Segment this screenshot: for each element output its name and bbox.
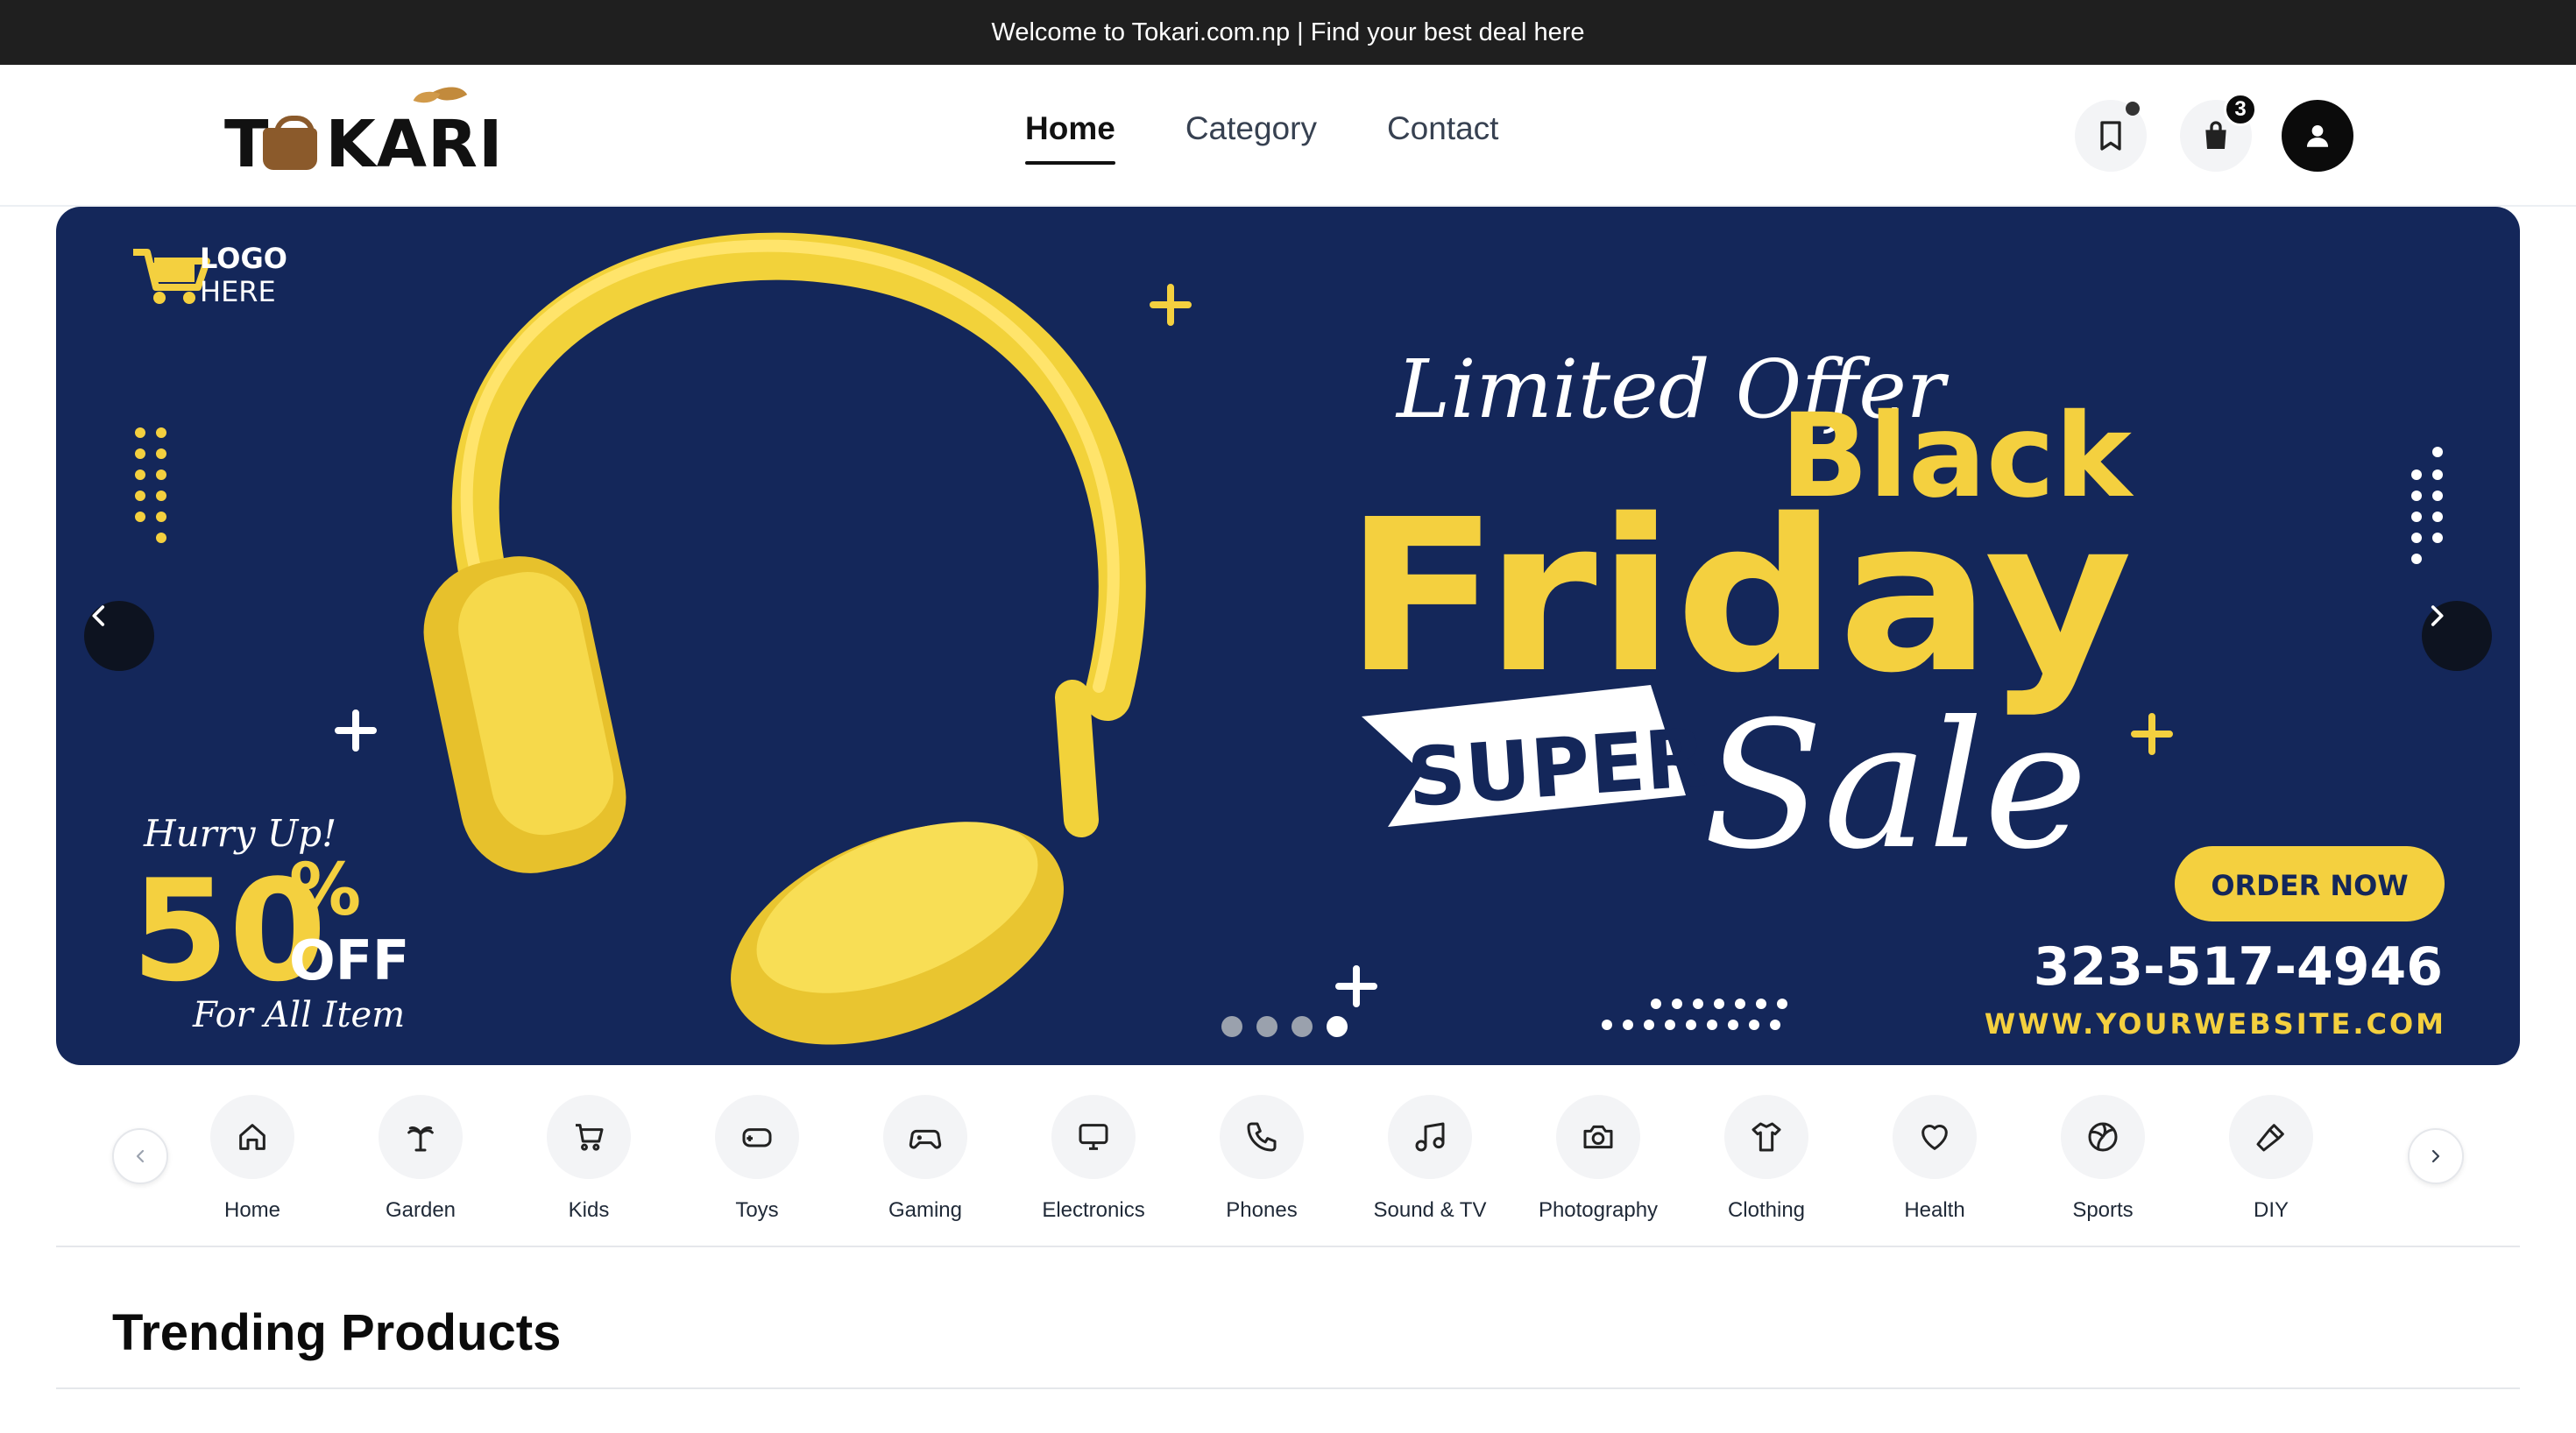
category-clothing[interactable]: Clothing <box>1682 1095 1851 1223</box>
nav-category[interactable]: Category <box>1185 110 1317 165</box>
heart-icon <box>1921 1125 1948 1150</box>
shirt-icon <box>1752 1122 1781 1152</box>
hero-banner[interactable]: LOGO HERE Limited Offer Black Friday SUP… <box>56 207 2520 1065</box>
headphones-image <box>423 232 1146 1045</box>
category-label: Home <box>223 1198 281 1222</box>
chevron-left-icon <box>136 1149 145 1163</box>
category-strip: Home Garden Kids Toys Gaming Electronics… <box>56 1065 2520 1247</box>
banner-discount-percent: % <box>289 849 361 932</box>
decor-dots-right <box>2411 447 2443 564</box>
categories-prev-button[interactable] <box>112 1128 168 1184</box>
banner-super: SUPER <box>1405 710 1710 825</box>
category-label: Sports <box>2072 1198 2134 1222</box>
category-label: Sound & TV <box>1373 1198 1487 1222</box>
chevron-left-icon <box>92 605 105 626</box>
category-toys[interactable]: Toys <box>673 1095 841 1223</box>
category-sound-tv[interactable]: Sound & TV <box>1346 1095 1514 1223</box>
hammer-icon <box>2256 1124 2284 1152</box>
category-home[interactable]: Home <box>168 1095 336 1223</box>
category-label: Phones <box>1226 1198 1298 1222</box>
decor-dots-left <box>135 427 166 543</box>
nav-contact[interactable]: Contact <box>1387 110 1499 165</box>
category-label: Kids <box>568 1198 610 1222</box>
monitor-icon <box>1079 1124 1108 1150</box>
banner-sale: Sale <box>1703 684 2088 888</box>
cart-button[interactable]: 3 <box>2180 93 2257 172</box>
category-gaming[interactable]: Gaming <box>841 1095 1009 1223</box>
category-phones[interactable]: Phones <box>1178 1095 1346 1223</box>
volleyball-icon <box>2088 1122 2118 1152</box>
wishlist-button[interactable] <box>2075 100 2147 172</box>
category-kids[interactable]: Kids <box>505 1095 673 1223</box>
controller-icon <box>909 1129 942 1149</box>
brand-logo[interactable]: TOKARI <box>224 77 503 189</box>
category-label: Garden <box>385 1198 456 1222</box>
banner-phone: 323-517-4946 <box>2034 936 2443 998</box>
cart-icon <box>576 1124 604 1151</box>
category-sports[interactable]: Sports <box>2019 1095 2187 1223</box>
user-icon <box>2306 124 2329 147</box>
house-icon <box>239 1124 265 1150</box>
account-button[interactable] <box>2282 100 2353 172</box>
palm-tree-icon <box>407 1126 434 1152</box>
notification-dot <box>2126 102 2140 116</box>
banner-artwork: LOGO HERE Limited Offer Black Friday SUP… <box>131 232 2446 1045</box>
banner-discount-sub: For All Item <box>192 995 405 1035</box>
cart-count-badge: 3 <box>2224 93 2257 126</box>
category-garden[interactable]: Garden <box>336 1095 505 1223</box>
categories-next-button[interactable] <box>2408 1128 2464 1184</box>
site-header: TOKARI Home Category Contact 3 <box>0 65 2576 207</box>
chevron-right-icon <box>2431 1149 2440 1163</box>
main-nav: Home Category Contact <box>1025 110 1498 165</box>
basket-icon <box>263 116 317 170</box>
banner-logo-line1: LOGO <box>200 242 287 275</box>
category-label: Health <box>1904 1198 1965 1222</box>
bookmark-icon <box>2100 121 2121 151</box>
category-photography[interactable]: Photography <box>1514 1095 1682 1223</box>
banner-logo-line2: HERE <box>200 275 276 308</box>
phone-icon <box>1247 1122 1277 1152</box>
category-electronics[interactable]: Electronics <box>1009 1095 1178 1223</box>
banner-headline-friday: Friday <box>1344 474 2133 719</box>
carousel-indicators <box>1221 1016 1348 1037</box>
announcement-text: Welcome to Tokari.com.np | Find your bes… <box>991 18 1585 46</box>
gamepad-icon <box>742 1128 772 1147</box>
trending-products-heading: Trending Products <box>112 1304 562 1361</box>
camera-icon <box>1583 1125 1613 1149</box>
music-icon <box>1415 1122 1445 1152</box>
nav-home[interactable]: Home <box>1025 110 1115 165</box>
section-divider <box>56 1387 2520 1389</box>
banner-prev-button[interactable] <box>84 601 154 671</box>
banner-next-button[interactable] <box>2422 601 2492 671</box>
category-diy[interactable]: DIY <box>2187 1095 2355 1223</box>
banner-website: WWW.YOURWEBSITE.COM <box>1985 1007 2446 1041</box>
category-label: Toys <box>735 1198 779 1222</box>
carousel-dot-3[interactable] <box>1292 1016 1313 1037</box>
category-label: Gaming <box>888 1198 963 1222</box>
shopping-bag-icon <box>2205 121 2226 149</box>
category-label: Clothing <box>1727 1198 1806 1222</box>
category-health[interactable]: Health <box>1851 1095 2019 1223</box>
order-now-label: ORDER NOW <box>2211 869 2408 902</box>
decor-dots-bottom <box>1602 999 1787 1030</box>
category-label: Photography <box>1538 1198 1659 1222</box>
chevron-right-icon <box>2431 605 2444 626</box>
carousel-dot-2[interactable] <box>1256 1016 1277 1037</box>
carousel-dot-1[interactable] <box>1221 1016 1242 1037</box>
cart-logo-icon <box>133 249 210 304</box>
category-label: Electronics <box>1042 1198 1145 1222</box>
category-label: DIY <box>2253 1198 2289 1222</box>
banner-discount-off: OFF <box>289 928 409 992</box>
carousel-dot-4[interactable] <box>1327 1016 1348 1037</box>
announcement-bar: Welcome to Tokari.com.np | Find your bes… <box>0 0 2576 65</box>
